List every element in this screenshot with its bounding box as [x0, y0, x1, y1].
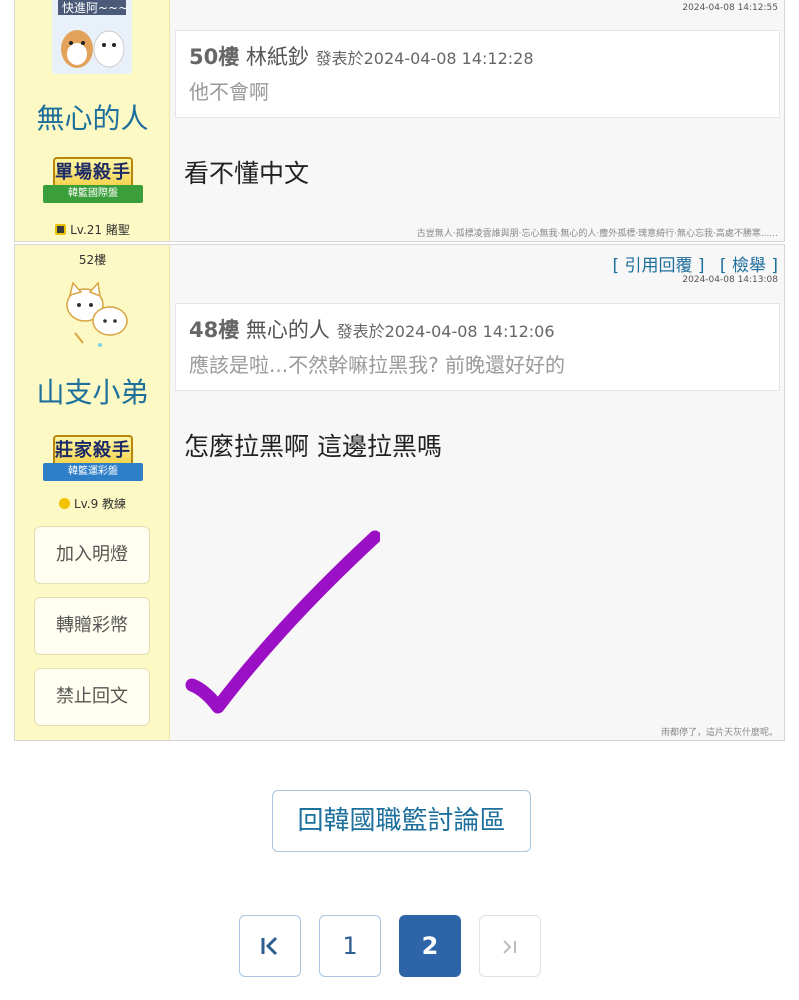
post-timestamp: 2024-04-08 14:13:08: [682, 275, 778, 285]
badge-subtitle: 韓籃運彩盤: [43, 463, 143, 481]
avatar[interactable]: [55, 273, 135, 351]
user-level: Lv.21 賭聖: [15, 221, 170, 238]
signature: 古豈無人·孤標凌雲誰與朋·忘心無我·無心的人·塵外孤標·瑰意綺行·無心忘我·高處…: [416, 229, 778, 239]
level-icon: [55, 224, 67, 235]
signature: 雨都停了，這片天灰什麼呢。: [660, 728, 778, 738]
badge-subtitle: 韓籃國際盤: [43, 185, 143, 203]
quote-author[interactable]: 林紙鈔: [246, 45, 309, 69]
quote-reply-link[interactable]: [ 引用回覆 ]: [612, 256, 704, 276]
quote-meta: 發表於2024-04-08 14:12:06: [336, 322, 555, 341]
post-timestamp: 2024-04-08 14:12:55: [682, 3, 778, 13]
block-reply-button[interactable]: 禁止回文: [34, 668, 150, 726]
post-floor-52: 52樓 山支小弟 莊家殺手 韓籃運彩盤 Lv.9 教練 加入明燈 轉贈彩幣 禁止…: [14, 244, 785, 741]
level-text: Lv.9 教練: [73, 497, 127, 511]
quote-floor[interactable]: 50樓: [189, 45, 239, 69]
quoted-post: 48樓 無心的人 發表於2024-04-08 14:12:06 應該是啦...不…: [175, 303, 780, 391]
gift-coins-button[interactable]: 轉贈彩幣: [34, 597, 150, 655]
quote-text: 他不會啊: [189, 80, 269, 104]
avatar[interactable]: 快進阿~~~: [52, 0, 132, 74]
quote-floor[interactable]: 48樓: [189, 318, 239, 342]
page-1-button[interactable]: 1: [319, 915, 381, 977]
rank-badge: 單場殺手 韓籃國際盤: [43, 153, 143, 215]
author-sidebar: 52樓 山支小弟 莊家殺手 韓籃運彩盤 Lv.9 教練 加入明燈 轉贈彩幣 禁止…: [15, 245, 170, 740]
quoted-post: 50樓 林紙鈔 發表於2024-04-08 14:12:28 他不會啊: [175, 30, 780, 118]
back-to-board-button[interactable]: 回韓國職籃討論區: [272, 790, 531, 852]
first-page-button[interactable]: [239, 915, 301, 977]
page-2-button[interactable]: 2: [399, 915, 461, 977]
post-body: 看不懂中文: [184, 159, 310, 188]
quote-header: 48樓 無心的人 發表於2024-04-08 14:12:06: [189, 314, 555, 344]
level-text: Lv.21 賭聖: [70, 223, 130, 237]
last-page-button[interactable]: [479, 915, 541, 977]
author-sidebar: 快進阿~~~ 無心的人 單場殺手 韓籃國際盤 Lv.21 賭聖: [15, 0, 170, 241]
post-actions: [ 引用回覆 ] [ 檢舉 ]: [602, 251, 778, 276]
add-beacon-button[interactable]: 加入明燈: [34, 526, 150, 584]
post-content: 2024-04-08 14:12:55 50樓 林紙鈔 發表於2024-04-0…: [170, 0, 784, 241]
quote-meta: 發表於2024-04-08 14:12:28: [315, 49, 534, 68]
quote-text: 應該是啦...不然幹嘛拉黑我? 前晚還好好的: [189, 353, 566, 377]
username[interactable]: 無心的人: [15, 97, 170, 137]
rank-badge: 莊家殺手 韓籃運彩盤: [43, 431, 143, 493]
checkmark-icon: [185, 530, 380, 714]
post-content: [ 引用回覆 ] [ 檢舉 ] 2024-04-08 14:13:08 48樓 …: [170, 245, 784, 740]
quote-author[interactable]: 無心的人: [246, 318, 330, 342]
first-page-icon: [261, 936, 278, 956]
floor-number: 52樓: [78, 253, 107, 267]
avatar-caption: 快進阿~~~: [62, 1, 128, 15]
username[interactable]: 山支小弟: [15, 371, 170, 411]
star-icon: [58, 498, 70, 509]
post-body: 怎麼拉黑啊 這邊拉黑嗎: [184, 432, 442, 461]
report-link[interactable]: [ 檢舉 ]: [720, 256, 778, 276]
last-page-icon: [503, 940, 516, 954]
quote-header: 50樓 林紙鈔 發表於2024-04-08 14:12:28: [189, 41, 534, 71]
post-floor-51: 快進阿~~~ 無心的人 單場殺手 韓籃國際盤 Lv.21 賭聖 2024-04-…: [14, 0, 785, 242]
user-level: Lv.9 教練: [15, 495, 170, 512]
